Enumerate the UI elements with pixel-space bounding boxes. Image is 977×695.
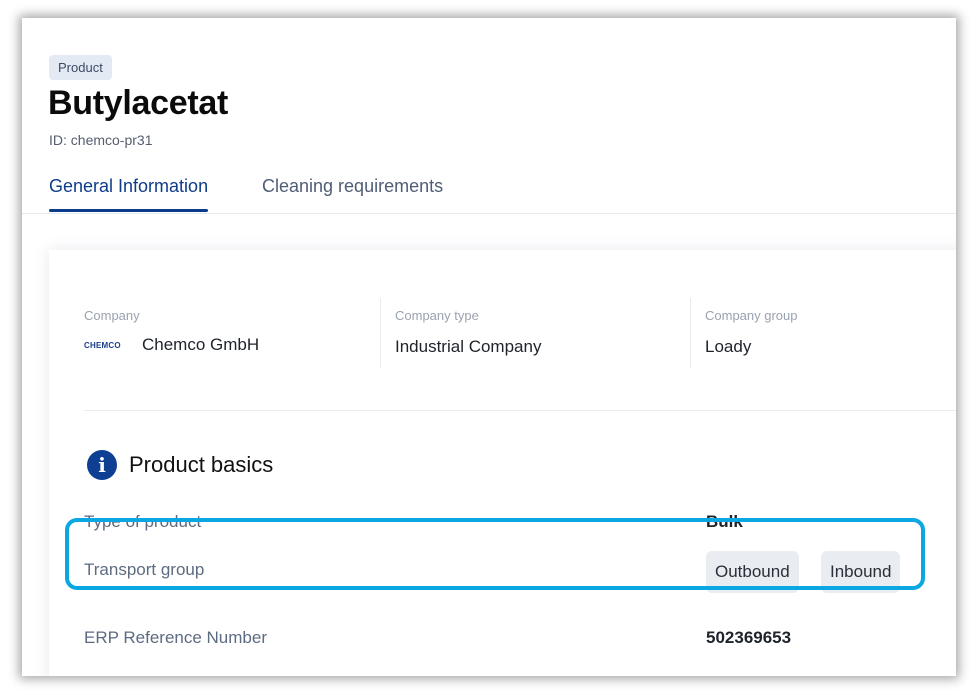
info-icon: i (87, 450, 117, 480)
erp-reference-value: 502369653 (706, 628, 792, 647)
product-id: ID: chemco-pr31 (49, 132, 153, 148)
company-type-label: Company type (395, 308, 479, 323)
company-type-value: Industrial Company (395, 337, 542, 356)
erp-reference-row: ERP Reference Number 502369653 (84, 628, 956, 658)
transport-group-label: Transport group (84, 560, 205, 579)
company-group-label: Company group (705, 308, 798, 323)
transport-chip-inbound: Inbound (821, 551, 901, 593)
company-type-column: Company type Industrial Company (380, 298, 695, 368)
product-basics-title: Product basics (129, 452, 274, 477)
transport-group-row: Transport group Outbound Inbound (84, 551, 956, 593)
erp-reference-label: ERP Reference Number (84, 628, 267, 647)
tab-cleaning-requirements[interactable]: Cleaning requirements (262, 176, 443, 211)
product-basics-header: i Product basics (87, 450, 273, 480)
product-detail-window: Product Butylacetat ID: chemco-pr31 Gene… (22, 18, 956, 676)
product-badge: Product (49, 55, 112, 80)
company-group-column: Company group Loady (690, 298, 956, 368)
company-label: Company (84, 308, 140, 323)
type-of-product-row: Type of product Bulk (84, 512, 956, 542)
type-of-product-label: Type of product (84, 512, 202, 531)
company-group-value: Loady (705, 337, 752, 356)
product-card: Company CHEMCO Chemco GmbH Company type … (49, 250, 956, 676)
tab-general-information[interactable]: General Information (49, 176, 209, 212)
company-column: Company CHEMCO Chemco GmbH (84, 298, 384, 368)
tab-bar: General Information Cleaning requirement… (22, 168, 956, 214)
company-logo: CHEMCO (84, 340, 121, 350)
page-title: Butylacetat (48, 84, 228, 122)
transport-chip-outbound: Outbound (706, 551, 799, 593)
section-divider (84, 410, 956, 411)
company-name[interactable]: Chemco GmbH (142, 335, 259, 355)
type-of-product-value: Bulk (706, 512, 743, 531)
